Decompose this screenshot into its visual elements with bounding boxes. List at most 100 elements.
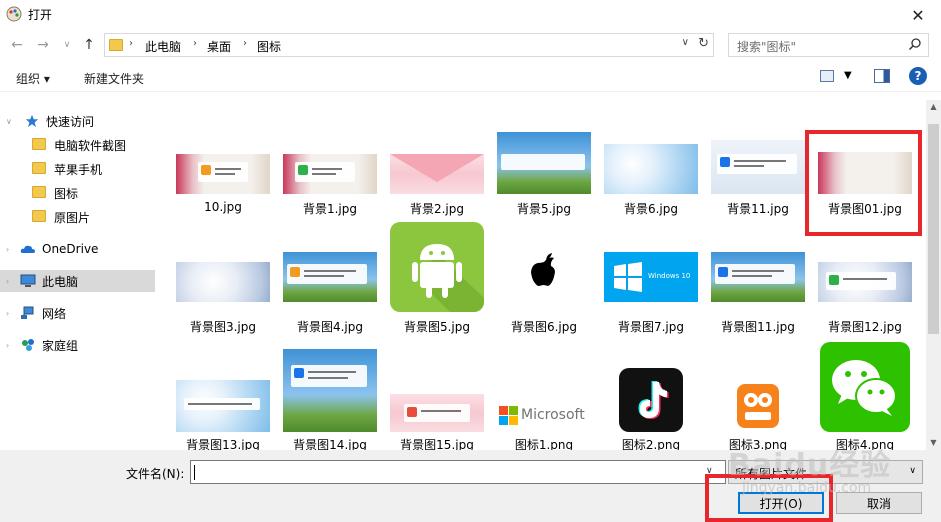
sidebar-item-quick-access[interactable]: ∨ 快速访问: [0, 110, 155, 132]
sidebar-item-homegroup[interactable]: › 家庭组: [0, 334, 155, 356]
vertical-scrollbar[interactable]: ▲ ▼: [926, 100, 941, 450]
sidebar-item-label: 苹果手机: [54, 162, 103, 177]
filename-input[interactable]: [190, 460, 726, 484]
file-item[interactable]: 图标2.png: [604, 340, 698, 450]
file-item[interactable]: Windows 10 背景图7.jpg: [604, 222, 698, 342]
sidebar-item-label: 图标: [54, 186, 79, 201]
file-name: 背景图14.jpg: [293, 438, 367, 450]
folder-icon: [32, 210, 48, 224]
file-thumbnail: Microsoft: [497, 400, 591, 432]
file-thumbnail: [283, 154, 377, 194]
file-item[interactable]: 背景图5.jpg: [390, 222, 484, 342]
file-item[interactable]: 背景图13.jpg: [176, 340, 270, 450]
new-folder-button[interactable]: 新建文件夹: [84, 70, 144, 87]
file-thumbnail: [497, 240, 591, 302]
expand-icon: ›: [6, 340, 10, 350]
address-bar[interactable]: › 此电脑 › 桌面 › 图标 ∨ ↻: [104, 33, 714, 57]
file-thumbnail: [390, 222, 484, 312]
file-item[interactable]: 背景图6.jpg: [497, 222, 591, 342]
search-box[interactable]: 搜索"图标": [728, 33, 929, 57]
back-button[interactable]: ←: [8, 36, 26, 54]
network-icon: [21, 306, 34, 319]
file-name: 背景图13.jpg: [186, 438, 260, 450]
preview-pane-icon[interactable]: [874, 69, 890, 83]
chevron-down-icon: ∨: [63, 40, 71, 50]
folder-icon: [32, 138, 48, 152]
sidebar-item-label: OneDrive: [42, 242, 99, 256]
file-thumbnail: [820, 342, 910, 432]
view-options-dropdown-icon[interactable]: ▼: [844, 70, 852, 81]
arrow-up-icon: ↑: [83, 37, 95, 53]
sidebar-item-this-pc[interactable]: › 此电脑: [0, 270, 155, 292]
computer-icon: [20, 274, 36, 287]
file-name: 背景图12.jpg: [828, 320, 902, 334]
cancel-button[interactable]: 取消: [836, 492, 922, 514]
folder-icon: [109, 38, 123, 52]
file-thumbnail: [729, 380, 787, 432]
file-list: 10.jpg 背景1.jpg 背景2.jpg 背景5.jpg 背景6.jpg 背…: [156, 100, 926, 450]
scrollbar-thumb[interactable]: [928, 124, 939, 334]
file-name: 背景图11.jpg: [721, 320, 795, 334]
file-thumbnail: [283, 252, 377, 302]
sidebar-item-icons[interactable]: 图标: [0, 182, 155, 204]
sidebar-item-original-images[interactable]: 原图片: [0, 206, 155, 228]
filename-label: 文件名(N):: [126, 467, 185, 481]
file-type-select[interactable]: 所有图片文件 ∨: [728, 460, 923, 484]
file-thumbnail: [711, 252, 805, 302]
sidebar-item-label: 家庭组: [42, 338, 79, 353]
breadcrumb-desktop[interactable]: 桌面: [207, 38, 231, 55]
homegroup-icon: [22, 339, 34, 351]
file-item[interactable]: 图标4.png: [818, 340, 912, 450]
file-thumbnail: [390, 394, 484, 432]
file-item[interactable]: 背景图4.jpg: [283, 222, 377, 342]
sidebar-item-onedrive[interactable]: › OneDrive: [0, 238, 155, 260]
sidebar-item-label: 原图片: [54, 210, 91, 225]
arrow-left-icon: ←: [11, 37, 23, 53]
breadcrumb-icons[interactable]: 图标: [257, 38, 281, 55]
file-item[interactable]: 背景图12.jpg: [818, 222, 912, 342]
recent-locations-button[interactable]: ∨: [58, 36, 76, 54]
file-name: 背景1.jpg: [302, 202, 358, 216]
folder-icon: [32, 186, 48, 200]
microsoft-thumb-text: Microsoft: [521, 407, 585, 423]
filename-dropdown-icon[interactable]: ∨: [706, 466, 713, 476]
organize-button[interactable]: 组织 ▾: [16, 70, 50, 87]
file-item[interactable]: 背景图11.jpg: [711, 222, 805, 342]
help-icon[interactable]: ?: [909, 67, 927, 85]
file-thumbnail: [390, 154, 484, 194]
sidebar-item-network[interactable]: › 网络: [0, 302, 155, 324]
address-dropdown-icon[interactable]: ∨: [682, 37, 689, 48]
file-item[interactable]: 图标3.png: [711, 340, 805, 450]
navigation-pane: ∨ 快速访问 电脑软件截图 苹果手机 图标 原图片 › OneDrive › 此…: [0, 100, 155, 450]
forward-button[interactable]: →: [34, 36, 52, 54]
star-icon: [25, 114, 39, 128]
scroll-down-icon[interactable]: ▼: [926, 436, 941, 450]
breadcrumb-this-pc[interactable]: 此电脑: [145, 38, 181, 55]
search-input[interactable]: 搜索"图标": [737, 38, 796, 55]
arrow-right-icon: →: [37, 37, 49, 53]
up-button[interactable]: ↑: [80, 36, 98, 54]
sidebar-item-label: 网络: [42, 306, 67, 321]
file-name: 图标4.png: [835, 438, 895, 450]
file-item[interactable]: 背景图3.jpg: [176, 222, 270, 342]
file-item[interactable]: 背景图15.jpg: [390, 340, 484, 450]
close-button[interactable]: ✕: [895, 0, 941, 30]
scroll-up-icon[interactable]: ▲: [926, 100, 941, 114]
file-name: 背景图4.jpg: [296, 320, 364, 334]
windows-thumb-text: Windows 10: [648, 272, 691, 280]
file-thumbnail: [176, 262, 270, 302]
file-name: 背景图7.jpg: [617, 320, 685, 334]
change-view-icon[interactable]: [820, 70, 834, 82]
sidebar-item-iphone[interactable]: 苹果手机: [0, 158, 155, 180]
sidebar-item-label: 快速访问: [46, 114, 95, 129]
file-dialog-footer: 文件名(N): ∨ 所有图片文件 ∨ 打开(O) 取消: [0, 450, 941, 522]
expand-icon: ›: [6, 244, 10, 254]
open-button[interactable]: 打开(O): [738, 492, 824, 514]
file-thumbnail: [497, 132, 591, 194]
sidebar-item-label: 电脑软件截图: [54, 138, 127, 153]
sidebar-item-software-screenshots[interactable]: 电脑软件截图: [0, 134, 155, 156]
file-name: 背景图15.jpg: [400, 438, 474, 450]
refresh-icon[interactable]: ↻: [698, 36, 709, 51]
file-item[interactable]: Microsoft 图标1.png: [497, 340, 591, 450]
file-item[interactable]: 背景图14.jpg: [283, 340, 377, 450]
